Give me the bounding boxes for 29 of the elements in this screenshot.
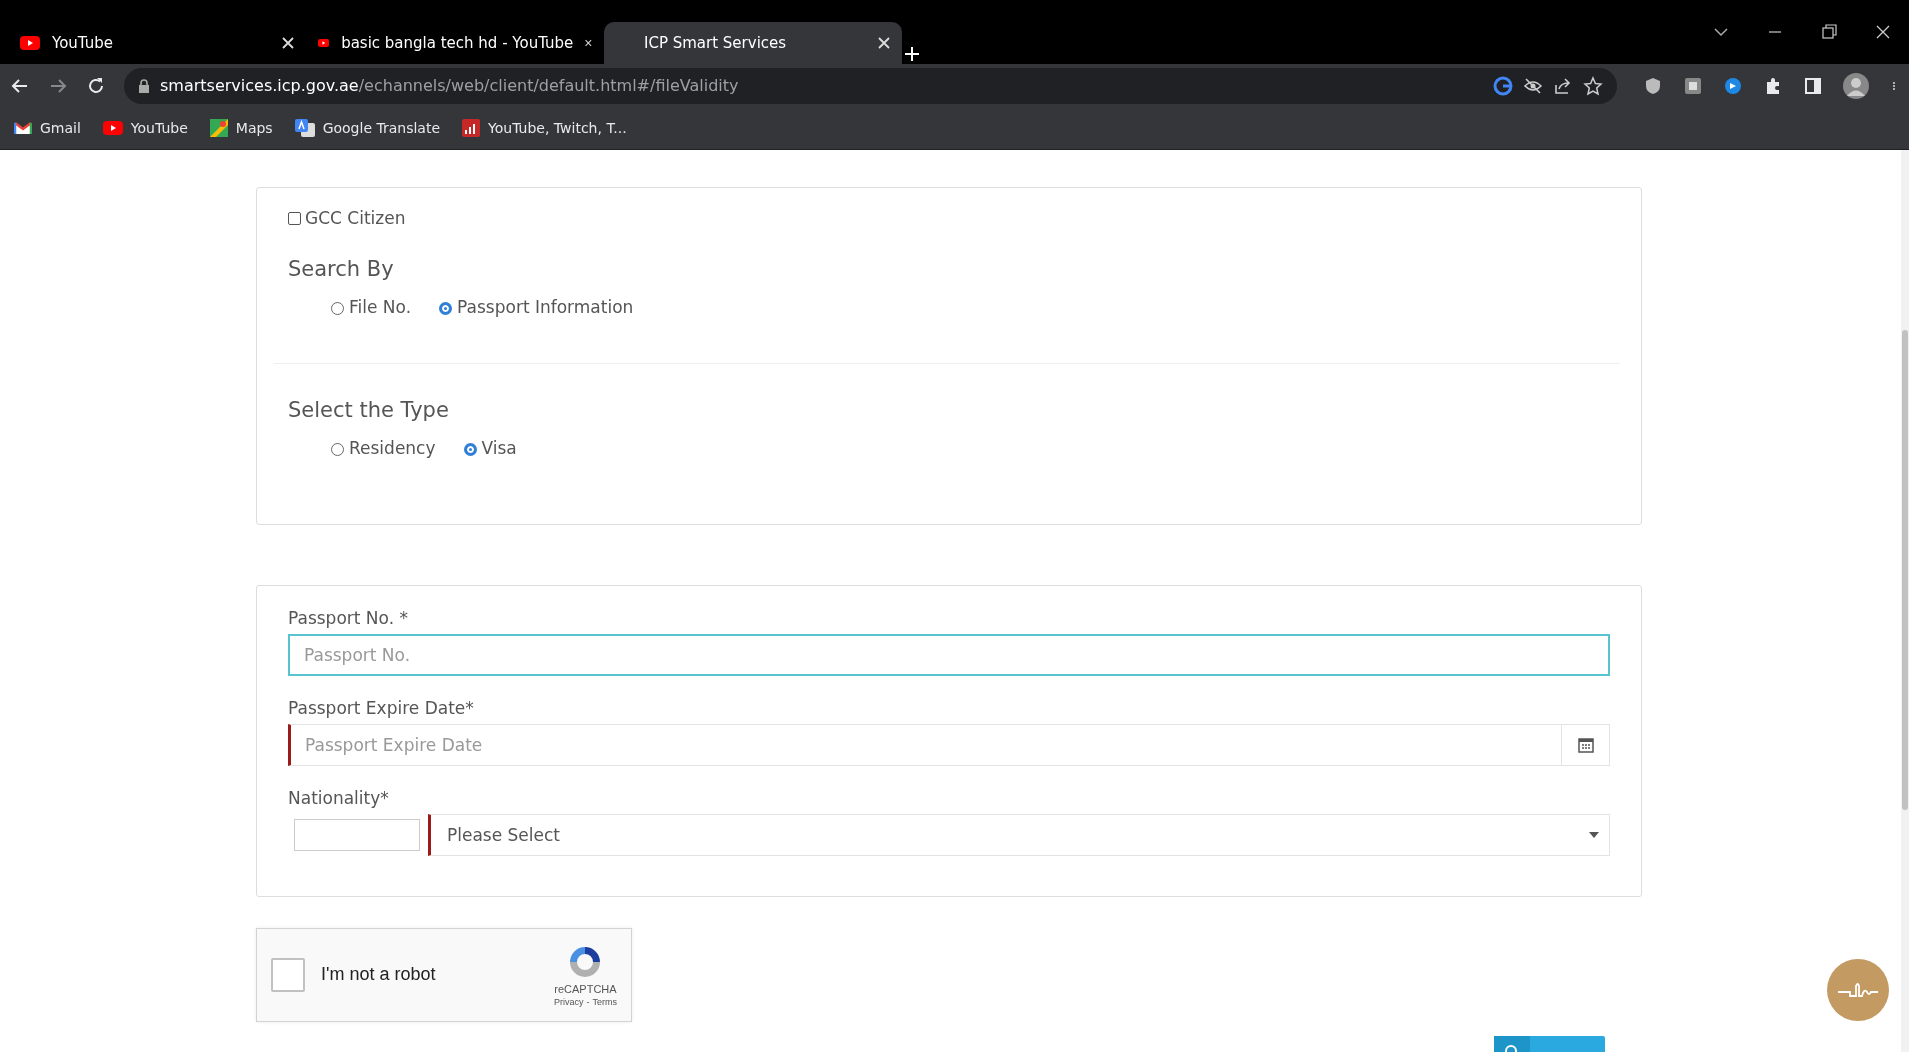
url-path: /echannels/web/client/default.html#/fileValidity bbox=[358, 76, 739, 95]
field-label: Passport No. * bbox=[288, 607, 409, 628]
bookmark[interactable]: YouTube bbox=[102, 120, 188, 136]
field-label: Nationality* bbox=[288, 787, 390, 808]
browser-tab[interactable]: ICP Smart Services bbox=[604, 22, 902, 64]
radio-option[interactable]: Passport Information bbox=[439, 296, 634, 317]
passport-number-field[interactable]: Passport No. bbox=[288, 633, 1610, 676]
url-host: smartservices.icp.gov.ae bbox=[160, 76, 359, 95]
bookmark[interactable]: YouTube, Twitch, T... bbox=[462, 119, 627, 137]
address-bar[interactable]: smartservices.icp.gov.ae/echannels/web/client/default.html#/fileValidity bbox=[124, 67, 1617, 104]
bookmark[interactable]: Maps bbox=[209, 119, 273, 137]
gcc-citizen-checkbox[interactable]: GCC Citizen bbox=[288, 208, 406, 228]
radio-option[interactable]: Visa bbox=[463, 437, 517, 458]
browser-tab[interactable]: YouTube bbox=[8, 22, 306, 64]
bookmark[interactable]: Gmail bbox=[14, 120, 81, 136]
radio-option[interactable]: File No. bbox=[331, 296, 412, 317]
recaptcha-brand: reCAPTCHA bbox=[554, 982, 617, 995]
date-field[interactable]: Passport Expire Date bbox=[288, 723, 1562, 766]
section-heading: Search By bbox=[288, 256, 395, 281]
browser-tab[interactable]: basic bangla tech hd - YouTube bbox=[306, 22, 604, 64]
section-heading: Select the Type bbox=[288, 397, 450, 422]
bookmark[interactable]: Google Translate bbox=[294, 119, 441, 137]
link-separator: - bbox=[586, 996, 590, 1007]
nationality-dropdown[interactable]: Please Select bbox=[428, 813, 1610, 856]
privacy-link[interactable]: Privacy bbox=[554, 996, 584, 1007]
captcha-label: I'm not a robot bbox=[321, 964, 437, 985]
field-label: Passport Expire Date* bbox=[288, 697, 475, 718]
radio-option[interactable]: Residency bbox=[331, 437, 436, 458]
terms-link[interactable]: Terms bbox=[592, 996, 617, 1007]
